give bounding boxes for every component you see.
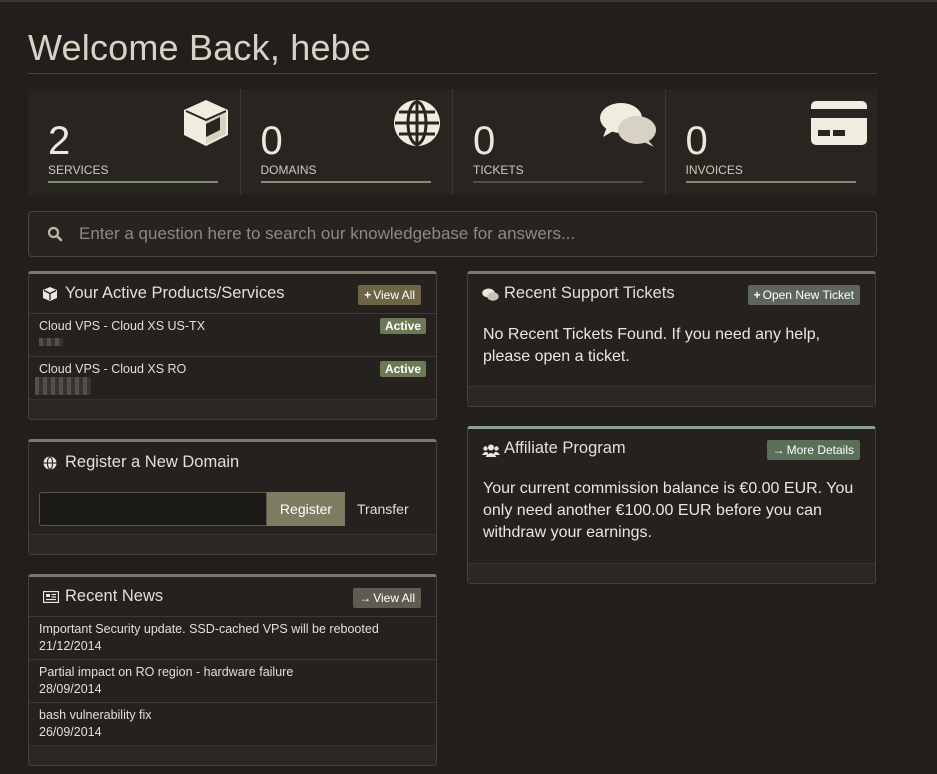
top-border (0, 0, 937, 2)
panel-footer (29, 745, 436, 765)
view-all-news-button[interactable]: → View All (353, 588, 421, 608)
arrow-right-icon: → (359, 591, 372, 605)
service-row[interactable]: Cloud VPS - Cloud XS RO Active (29, 357, 436, 400)
stat-services-count: 2 (48, 119, 71, 163)
panel-title: Affiliate Program (504, 439, 626, 457)
search-placeholder: Enter a question here to search our know… (79, 224, 576, 243)
welcome-heading: Welcome Back, hebe (28, 27, 372, 68)
button-label: View All (373, 591, 415, 605)
credit-card-icon (811, 101, 867, 145)
heading-divider (28, 73, 877, 74)
recent-news-panel: Recent News → View All Important Security… (28, 574, 437, 766)
stat-tile-domains[interactable]: 0 DOMAINS (239, 89, 453, 195)
register-button[interactable]: Register (267, 492, 345, 526)
knowledgebase-search-input[interactable]: Enter a question here to search our know… (28, 211, 877, 257)
panel-footer (468, 386, 875, 406)
comments-icon (482, 288, 499, 301)
service-name: Cloud VPS - Cloud XS US-TX (39, 319, 206, 333)
stat-tile-tickets[interactable]: 0 TICKETS (452, 89, 665, 195)
globe-icon (43, 456, 57, 470)
stat-invoices-label: INVOICES (685, 163, 743, 177)
newspaper-icon (43, 591, 59, 603)
news-date: 21/12/2014 (39, 639, 102, 653)
plus-icon: + (753, 288, 761, 302)
transfer-button[interactable]: Transfer (357, 492, 409, 526)
affiliate-program-panel: Affiliate Program → More Details Your cur… (467, 426, 876, 584)
stat-services-label: SERVICES (48, 163, 109, 177)
no-tickets-message: No Recent Tickets Found. If you need any… (483, 326, 821, 365)
panel-header: Register a New Domain (29, 442, 436, 482)
comments-icon (599, 103, 656, 147)
panel-title: Recent Support Tickets (504, 284, 675, 302)
button-label: More Details (786, 443, 854, 457)
news-item[interactable]: Partial impact on RO region - hardware f… (29, 660, 436, 703)
cube-icon (43, 287, 57, 301)
news-date: 26/09/2014 (39, 725, 102, 739)
news-item[interactable]: Important Security update. SSD-cached VP… (29, 617, 436, 660)
panel-footer (29, 534, 436, 554)
news-title: Important Security update. SSD-cached VP… (39, 622, 379, 636)
cube-icon (183, 100, 228, 146)
button-label: View All (373, 288, 415, 302)
news-title: Partial impact on RO region - hardware f… (39, 665, 294, 679)
panel-header: Recent News → View All (29, 577, 436, 617)
stat-tickets-count: 0 (473, 119, 496, 163)
more-details-button[interactable]: → More Details (766, 440, 860, 460)
globe-icon (394, 100, 440, 146)
panel-title: Recent News (65, 587, 164, 605)
stat-invoices-bar (685, 181, 856, 183)
service-row[interactable]: Cloud VPS - Cloud XS US-TX Active (29, 314, 436, 357)
stat-tile-invoices[interactable]: 0 INVOICES (664, 89, 878, 195)
open-new-ticket-button[interactable]: + Open New Ticket (747, 285, 860, 305)
status-badge: Active (379, 318, 426, 334)
panel-header: Your Active Products/Services + View All (29, 274, 436, 314)
search-icon (47, 226, 63, 242)
panel-footer (468, 563, 875, 583)
panel-title: Your Active Products/Services (65, 284, 285, 302)
redacted-hostname (39, 338, 63, 346)
stats-bar: 2 SERVICES 0 DOMAINS 0 TICKETS 0 INVOICE… (28, 89, 877, 195)
button-label: Open New Ticket (762, 288, 854, 302)
view-all-services-button[interactable]: + View All (358, 285, 421, 305)
news-date: 28/09/2014 (39, 682, 102, 696)
stat-domains-bar (260, 181, 431, 183)
stat-tickets-bar (473, 181, 643, 183)
news-title: bash vulnerability fix (39, 708, 152, 722)
panel-header: Affiliate Program → More Details (468, 429, 875, 469)
active-services-panel: Your Active Products/Services + View All … (28, 271, 437, 420)
panel-header: Recent Support Tickets + Open New Ticket (468, 274, 875, 314)
stat-domains-count: 0 (260, 119, 283, 163)
news-item[interactable]: bash vulnerability fix 26/09/2014 (29, 703, 436, 746)
redacted-hostname (35, 377, 91, 395)
panel-footer (29, 399, 436, 419)
stat-domains-label: DOMAINS (260, 163, 317, 177)
arrow-right-icon: → (772, 443, 785, 457)
register-domain-panel: Register a New Domain Register Transfer (28, 439, 437, 555)
commission-message: Your current commission balance is €0.00… (483, 480, 854, 541)
status-badge: Active (379, 361, 426, 377)
domain-input[interactable] (39, 492, 267, 526)
stat-invoices-count: 0 (685, 119, 708, 163)
service-name: Cloud VPS - Cloud XS RO (39, 362, 187, 376)
panel-title: Register a New Domain (65, 453, 240, 471)
stat-services-bar (48, 181, 218, 183)
support-tickets-panel: Recent Support Tickets + Open New Ticket … (467, 271, 876, 407)
stat-tile-services[interactable]: 2 SERVICES (28, 89, 240, 195)
stat-tickets-label: TICKETS (473, 163, 524, 177)
domain-search-form: Register Transfer (39, 492, 419, 526)
users-icon (482, 444, 500, 457)
plus-icon: + (364, 288, 372, 302)
